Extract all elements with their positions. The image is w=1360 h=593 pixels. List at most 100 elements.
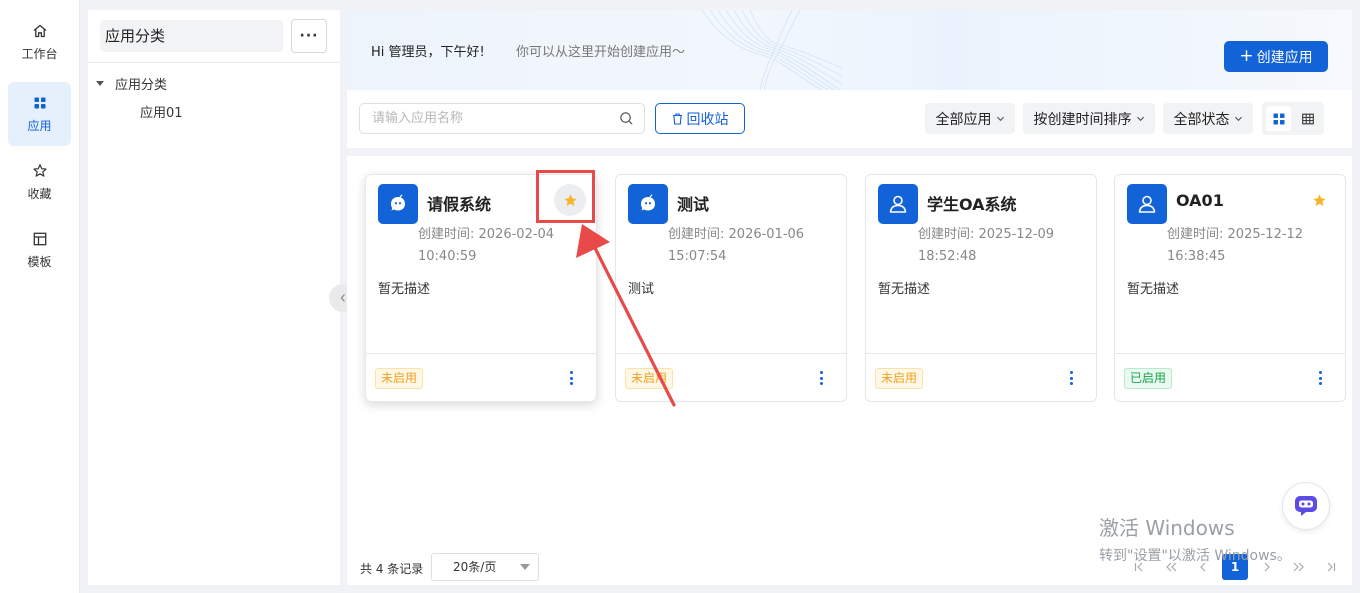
tree-node-label: 应用分类 — [115, 78, 168, 93]
created-date: 2026-02-04 — [478, 227, 555, 242]
page-size-value: 20条/页 — [453, 560, 497, 574]
category-more-button[interactable]: ··· — [291, 19, 327, 53]
caret-down-icon — [520, 564, 530, 570]
plus-icon: + — [1239, 46, 1254, 66]
app-icon — [628, 184, 668, 224]
nav-label: 模板 — [27, 254, 52, 269]
card-view-button[interactable] — [1266, 106, 1291, 131]
nav-item-templates[interactable]: 模板 — [8, 218, 71, 282]
app-description: 暂无描述 — [878, 282, 931, 297]
created-clock: 18:52:48 — [918, 249, 977, 264]
greeting-text: Hi 管理员，下午好! — [371, 45, 485, 60]
app-icon — [878, 184, 918, 224]
app-card[interactable]: OA01 创建时间: 2025-12-12 16:38:45 暂无描述 已启用 — [1114, 174, 1346, 402]
table-view-button[interactable] — [1295, 106, 1320, 131]
app-description: 暂无描述 — [1127, 282, 1180, 297]
user-icon — [889, 195, 907, 213]
created-time: 创建时间: 2026-02-04 10:40:59 — [418, 224, 568, 268]
double-chevron-right-icon — [1293, 562, 1304, 572]
recycle-bin-button[interactable]: 回收站 — [655, 103, 745, 134]
toolbar: 回收站 全部应用 按创建时间排序 全部状态 — [347, 90, 1352, 148]
created-time-label: 创建时间: — [418, 227, 475, 242]
created-clock: 15:07:54 — [668, 249, 727, 264]
nav-label: 收藏 — [27, 186, 52, 201]
created-time: 创建时间: 2025-12-09 18:52:48 — [918, 224, 1068, 268]
star-filled-icon — [1312, 193, 1326, 206]
created-time-label: 创建时间: — [668, 227, 725, 242]
nav-item-apps[interactable]: 应用 — [8, 82, 71, 146]
chevron-down-icon — [996, 116, 1004, 122]
tree-node-app01[interactable]: 应用01 — [140, 102, 183, 121]
search-input[interactable] — [360, 104, 610, 133]
created-time-label: 创建时间: — [1167, 227, 1224, 242]
nav-item-favorites[interactable]: 收藏 — [8, 150, 71, 214]
app-name: 学生OA系统 — [927, 195, 1017, 214]
status-badge: 已启用 — [1124, 368, 1173, 389]
nav-item-workbench[interactable]: 工作台 — [8, 10, 71, 74]
watermark-subtitle: 转到"设置"以激活 Windows。 — [1099, 548, 1291, 564]
recycle-bin-label: 回收站 — [686, 111, 729, 128]
divider — [866, 353, 1096, 354]
ai-assistant-button[interactable] — [1282, 482, 1330, 530]
status-filter-dropdown[interactable]: 全部状态 — [1163, 103, 1253, 134]
status-badge: 未启用 — [625, 368, 674, 389]
left-nav: 工作台 应用 收藏 模板 — [0, 0, 80, 593]
chevron-left-icon — [340, 294, 345, 302]
more-vertical-icon[interactable] — [1317, 369, 1323, 387]
divider — [616, 353, 846, 354]
app-name: OA01 — [1176, 191, 1224, 210]
favorite-button[interactable] — [1303, 184, 1335, 216]
app-icon — [1127, 184, 1167, 224]
status-badge: 未启用 — [875, 368, 924, 389]
divider — [366, 353, 596, 354]
view-toggle — [1262, 102, 1324, 135]
status-filter-value: 全部状态 — [1173, 111, 1230, 128]
page-size-select[interactable]: 20条/页 — [431, 553, 539, 581]
grid-view-icon — [1273, 113, 1284, 124]
user-icon — [1138, 195, 1156, 213]
created-time: 创建时间: 2026-01-06 15:07:54 — [668, 224, 818, 268]
chevron-down-icon — [1234, 116, 1242, 122]
created-time-label: 创建时间: — [918, 227, 975, 242]
app-card[interactable]: 测试 创建时间: 2026-01-06 15:07:54 测试 未启用 — [615, 174, 847, 402]
app-description: 暂无描述 — [378, 282, 431, 297]
caret-down-icon[interactable] — [96, 81, 104, 86]
created-clock: 16:38:45 — [1167, 249, 1226, 264]
app-name: 测试 — [677, 195, 710, 214]
app-card[interactable]: 学生OA系统 创建时间: 2025-12-09 18:52:48 暂无描述 未启用 — [865, 174, 1097, 402]
more-vertical-icon[interactable] — [1068, 369, 1074, 387]
create-app-button[interactable]: + 创建应用 — [1224, 41, 1328, 72]
table-view-icon — [1301, 113, 1314, 124]
robot-icon — [391, 194, 405, 211]
app-filter-dropdown[interactable]: 全部应用 — [925, 103, 1015, 134]
chat-bot-icon — [1295, 496, 1317, 516]
annotation-highlight-box — [536, 170, 595, 223]
home-icon — [33, 24, 46, 37]
more-vertical-icon[interactable] — [568, 369, 574, 387]
last-page-icon — [1327, 562, 1336, 572]
divider — [1115, 353, 1345, 354]
sort-dropdown[interactable]: 按创建时间排序 — [1023, 103, 1155, 134]
app-icon — [378, 184, 418, 224]
last-page-button[interactable] — [1318, 554, 1344, 580]
total-records: 共 4 条记录 — [360, 562, 424, 576]
created-date: 2025-12-12 — [1227, 227, 1304, 242]
grid-apps-icon — [34, 97, 45, 108]
created-date: 2025-12-09 — [978, 227, 1055, 242]
search-icon[interactable] — [619, 111, 634, 126]
nav-label: 工作台 — [21, 46, 58, 61]
divider — [88, 62, 340, 63]
welcome-banner: Hi 管理员，下午好! 你可以从这里开始创建应用～ + 创建应用 — [347, 10, 1352, 90]
created-clock: 10:40:59 — [418, 249, 477, 264]
robot-icon — [641, 194, 655, 211]
more-vertical-icon[interactable] — [818, 369, 824, 387]
template-icon — [33, 232, 46, 245]
search-box — [359, 103, 645, 134]
category-panel: 应用分类 ··· 应用分类 应用01 — [88, 10, 340, 585]
greeting-subtitle: 你可以从这里开始创建应用～ — [516, 45, 686, 60]
app-filter-value: 全部应用 — [935, 111, 992, 128]
created-date: 2026-01-06 — [728, 227, 805, 242]
nav-label: 应用 — [27, 118, 52, 133]
tree-node-root[interactable]: 应用分类 — [96, 74, 167, 93]
category-title: 应用分类 — [100, 20, 283, 52]
